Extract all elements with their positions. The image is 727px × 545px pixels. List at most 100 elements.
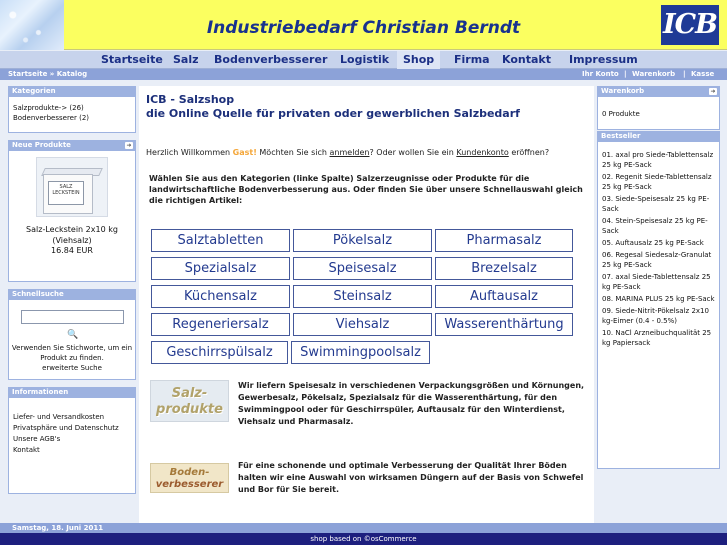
new-product-price: 16.84 EUR (51, 246, 93, 255)
category-button[interactable]: Geschirrspülsalz (151, 341, 288, 364)
quick-search-box: 🔍 Verwenden Sie Stichworte, um ein Produ… (8, 300, 136, 380)
nav-bodenverbesserer[interactable]: Bodenverbesserer (208, 51, 333, 69)
cart-box: 0 Produkte (597, 97, 720, 130)
cart-title: Warenkorb (601, 87, 645, 95)
cart-count: 0 Produkte (602, 110, 640, 118)
bestseller-header: Bestseller (597, 131, 720, 142)
category-button[interactable]: Brezelsalz (435, 257, 573, 280)
info-link-contact[interactable]: Kontakt (13, 445, 131, 456)
arrow-right-icon[interactable]: ➜ (709, 88, 717, 95)
page-title-line: ICB - Salzshop (146, 93, 235, 106)
box-shape: SALZ LECKSTEIN (43, 174, 93, 214)
bestseller-item[interactable]: 01. axal pro Siede-Tablettensalz 25 kg P… (602, 150, 715, 170)
advanced-search-link[interactable]: erweiterte Suche (9, 363, 135, 373)
category-button[interactable]: Wasserenthärtung (435, 313, 573, 336)
new-products-title: Neue Produkte (12, 141, 71, 149)
site-title: Industriebedarf Christian Berndt (206, 18, 521, 38)
category-button[interactable]: Pökelsalz (293, 229, 432, 252)
categories-box: Salzprodukte-> (26) Bodenverbesserer (2) (8, 97, 136, 133)
nav-salz[interactable]: Salz (167, 51, 205, 69)
new-product-name[interactable]: Salz-Leckstein 2x10 kg (Viehsalz) (9, 224, 135, 246)
welcome-text: Möchten Sie sich (259, 148, 327, 157)
right-sidebar: Warenkorb ➜ 0 Produkte Bestseller 01. ax… (597, 86, 720, 469)
category-button[interactable]: Viehsalz (293, 313, 432, 336)
welcome-text: ? Oder wollen Sie ein (369, 148, 454, 157)
nav-startseite[interactable]: Startseite (95, 51, 169, 69)
info-link-terms[interactable]: Unsere AGB's (13, 434, 131, 445)
box-label-line: LECKSTEIN (52, 190, 80, 196)
cart-header: Warenkorb ➜ (597, 86, 720, 97)
site-header: Industriebedarf Christian Berndt ICB (0, 0, 727, 50)
main-navigation: Startseite Salz Bodenverbesserer Logisti… (0, 51, 727, 69)
box-label: SALZ LECKSTEIN (48, 181, 84, 205)
banner-text: verbesserer (155, 479, 224, 490)
salz-description: Wir liefern Speisesalz in verschiedenen … (238, 381, 585, 426)
banner-text: produkte (156, 402, 223, 417)
info-link-privacy[interactable]: Privatsphäre und Datenschutz (13, 423, 131, 434)
category-button[interactable]: Salztabletten (151, 229, 290, 252)
breadcrumb-bar: Startseite » Katalog Ihr Konto | Warenko… (0, 69, 727, 80)
cart-link[interactable]: Warenkorb (632, 69, 675, 80)
bestseller-item[interactable]: 08. MARINA PLUS 25 kg PE-Sack (602, 294, 715, 304)
separator: | (683, 70, 686, 78)
search-help-text: Verwenden Sie Stichworte, um ein Produkt… (11, 344, 133, 362)
bestseller-item[interactable]: 10. NaCl Arzneibuchqualität 25 kg Papier… (602, 328, 715, 348)
separator: | (624, 70, 627, 78)
nav-shop[interactable]: Shop (397, 51, 441, 69)
page-title: ICB - Salzshop die Online Quelle für pri… (146, 93, 520, 121)
welcome-message: Herzlich Willkommen Gast! Möchten Sie si… (146, 148, 549, 157)
page-subtitle: die Online Quelle für privaten oder gewe… (146, 107, 520, 120)
category-button[interactable]: Pharmasalz (435, 229, 573, 252)
breadcrumb[interactable]: Startseite » Katalog (8, 69, 87, 80)
bestseller-item[interactable]: 03. Siede-Speisesalz 25 kg PE-Sack (602, 194, 715, 214)
nav-logistik[interactable]: Logistik (334, 51, 395, 69)
boden-description: Für eine schonende und optimale Verbesse… (238, 461, 584, 494)
bodenverbesserer-banner-image[interactable]: Boden- verbesserer (150, 463, 229, 493)
bestseller-item[interactable]: 04. Stein-Speisesalz 25 kg PE-Sack (602, 216, 715, 236)
categories-header: Kategorien (8, 86, 136, 97)
arrow-right-icon[interactable]: ➜ (125, 142, 133, 149)
info-link-shipping[interactable]: Liefer- und Versandkosten (13, 412, 131, 423)
search-icon[interactable]: 🔍 (67, 330, 78, 340)
footer-credit[interactable]: shop based on ©osCommerce (0, 533, 727, 545)
welcome-text: Herzlich Willkommen (146, 148, 231, 157)
category-link-bodenverbesserer[interactable]: Bodenverbesserer (2) (13, 113, 131, 123)
welcome-text: eröffnen? (511, 148, 550, 157)
information-header: Informationen (8, 387, 136, 398)
nav-firma[interactable]: Firma (448, 51, 496, 69)
intro-text: Wählen Sie aus den Kategorien (linke Spa… (149, 174, 583, 205)
main-content: ICB - Salzshop die Online Quelle für pri… (139, 86, 594, 545)
bestseller-item[interactable]: 05. Auftausalz 25 kg PE-Sack (602, 238, 715, 248)
category-button[interactable]: Spezialsalz (151, 257, 290, 280)
footer-date: Samstag, 18. Juni 2011 (0, 523, 727, 533)
nav-impressum[interactable]: Impressum (563, 51, 644, 69)
search-input[interactable] (20, 310, 124, 324)
bestseller-box: 01. axal pro Siede-Tablettensalz 25 kg P… (597, 142, 720, 469)
account-link[interactable]: Ihr Konto (582, 69, 619, 80)
bestseller-item[interactable]: 09. Siede-Nitrit-Pökelsalz 2x10 kg-Eimer… (602, 306, 715, 326)
nav-kontakt[interactable]: Kontakt (496, 51, 557, 69)
category-link-salzprodukte[interactable]: Salzprodukte-> (26) (13, 103, 131, 113)
checkout-link[interactable]: Kasse (691, 69, 714, 80)
category-button[interactable]: Swimmingpoolsalz (291, 341, 430, 364)
bestseller-item[interactable]: 06. Regesal Siedesalz-Granulat 25 kg PE-… (602, 250, 715, 270)
bestseller-item[interactable]: 07. axal Siede-Tablettensalz 25 kg PE-Sa… (602, 272, 715, 292)
guest-label: Gast! (232, 148, 257, 157)
bestseller-item[interactable]: 02. Regenit Siede-Tablettensalz 25 kg PE… (602, 172, 715, 192)
category-button[interactable]: Steinsalz (293, 285, 432, 308)
new-products-header: Neue Produkte ➜ (8, 140, 136, 151)
new-products-box: SALZ LECKSTEIN Salz-Leckstein 2x10 kg (V… (8, 151, 136, 282)
category-button[interactable]: Regeneriersalz (151, 313, 290, 336)
banner-text: Salz- (171, 386, 208, 401)
salzprodukte-banner-image[interactable]: Salz- produkte (150, 380, 229, 422)
category-button[interactable]: Speisesalz (293, 257, 432, 280)
category-button[interactable]: Auftausalz (435, 285, 573, 308)
information-box: Liefer- und Versandkosten Privatsphäre u… (8, 398, 136, 494)
banner-text: Boden- (169, 467, 210, 478)
icb-logo[interactable]: ICB (661, 5, 719, 45)
product-image-salz-leckstein[interactable]: SALZ LECKSTEIN (36, 157, 108, 217)
quick-search-header: Schnellsuche (8, 289, 136, 300)
category-button[interactable]: Küchensalz (151, 285, 290, 308)
login-link[interactable]: anmelden (330, 148, 370, 157)
create-account-link[interactable]: Kundenkonto (456, 148, 508, 157)
